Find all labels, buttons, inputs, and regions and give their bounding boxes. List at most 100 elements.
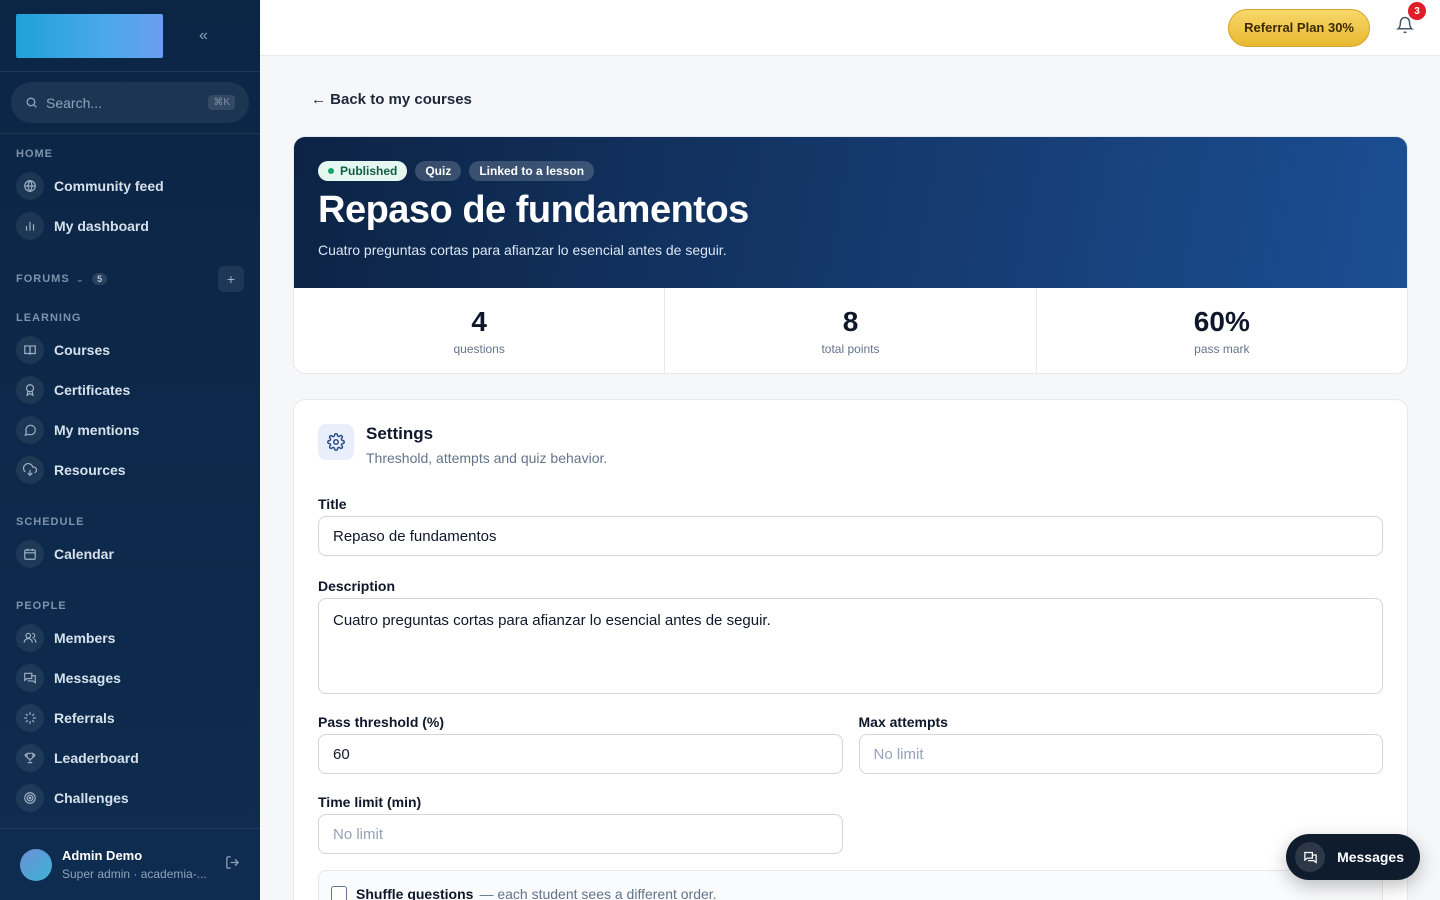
sidebar-item-label: Leaderboard bbox=[54, 750, 139, 766]
description-field-label: Description bbox=[318, 578, 396, 594]
sidebar-item-leaderboard[interactable]: Leaderboard bbox=[0, 738, 260, 778]
search-placeholder: Search... bbox=[46, 94, 103, 111]
status-badge-label: Published bbox=[340, 164, 398, 178]
settings-card: Settings Threshold, attempts and quiz be… bbox=[293, 399, 1408, 900]
time-limit-label: Time limit (min) bbox=[318, 794, 422, 810]
search-icon bbox=[26, 97, 37, 108]
brand-logo[interactable] bbox=[16, 13, 163, 58]
section-label-schedule: SCHEDULE bbox=[16, 516, 85, 528]
stat-questions: 4 questions bbox=[294, 288, 666, 373]
sidebar-item-label: Messages bbox=[54, 670, 121, 686]
search-container: Search... ⌘K bbox=[0, 72, 260, 134]
sidebar-item-label: Courses bbox=[54, 342, 111, 358]
referral-plan-button[interactable]: Referral Plan 30% bbox=[1228, 8, 1370, 47]
sidebar-header: « bbox=[0, 0, 260, 72]
sidebar-item-certificates[interactable]: Certificates bbox=[0, 370, 260, 410]
section-label-forums: FORUMS bbox=[16, 273, 70, 285]
globe-icon bbox=[16, 172, 44, 200]
messages-fab-label: Messages bbox=[1337, 849, 1404, 865]
page-title: Repaso de fundamentos bbox=[318, 189, 749, 231]
stat-value: 4 bbox=[471, 305, 487, 337]
notification-count-badge: 3 bbox=[1408, 2, 1426, 20]
sidebar-item-challenges[interactable]: Challenges bbox=[0, 778, 260, 818]
user-name: Admin Demo bbox=[62, 848, 143, 863]
linked-lesson-badge: Linked to a lesson bbox=[469, 161, 595, 181]
forums-count-badge: 5 bbox=[92, 273, 108, 285]
sidebar-item-members[interactable]: Members bbox=[0, 618, 260, 658]
gear-icon bbox=[318, 424, 354, 460]
settings-heading: Settings Threshold, attempts and quiz be… bbox=[366, 424, 607, 466]
settings-title: Settings bbox=[366, 424, 434, 443]
add-forum-button[interactable]: + bbox=[218, 266, 244, 292]
sidebar-item-my-dashboard[interactable]: My dashboard bbox=[0, 206, 260, 246]
description-field[interactable]: Cuatro preguntas cortas para afianzar lo… bbox=[318, 598, 1383, 694]
threshold-attempts-row: Pass threshold (%) 60 Max attempts No li… bbox=[318, 694, 1383, 774]
chat-icon bbox=[16, 416, 44, 444]
pass-threshold-label: Pass threshold (%) bbox=[318, 714, 445, 730]
shuffle-questions-hint: — each student sees a different order. bbox=[479, 886, 717, 900]
sidebar-item-label: My dashboard bbox=[54, 218, 149, 234]
chevron-down-icon: ⌄ bbox=[75, 273, 85, 285]
quiz-hero: Published Quiz Linked to a lesson Repaso… bbox=[294, 137, 1407, 288]
trophy-icon bbox=[16, 744, 44, 772]
messages-icon bbox=[16, 664, 44, 692]
sparkle-icon bbox=[16, 704, 44, 732]
main-content: ← Back to my courses Published Quiz Link… bbox=[260, 56, 1440, 900]
settings-header: Settings Threshold, attempts and quiz be… bbox=[318, 424, 1383, 466]
title-field[interactable]: Repaso de fundamentos bbox=[318, 516, 1383, 556]
pass-threshold-field[interactable]: 60 bbox=[318, 734, 843, 774]
status-dot-icon bbox=[328, 168, 334, 174]
forums-section-header[interactable]: FORUMS ⌄ 5 + bbox=[0, 264, 260, 294]
avatar[interactable] bbox=[20, 848, 52, 881]
shuffle-questions-option[interactable]: Shuffle questions — each student sees a … bbox=[318, 870, 1383, 900]
sidebar-item-referrals[interactable]: Referrals bbox=[0, 698, 260, 738]
notifications-button[interactable]: 3 bbox=[1395, 2, 1426, 39]
stat-label: pass mark bbox=[1194, 341, 1250, 356]
bell-icon bbox=[1395, 16, 1415, 34]
stat-label: questions bbox=[453, 341, 505, 356]
sidebar-item-courses[interactable]: Courses bbox=[0, 330, 260, 370]
user-profile[interactable]: Admin Demo Super admin · academia-... bbox=[0, 828, 260, 900]
quiz-tags: Published Quiz Linked to a lesson bbox=[318, 161, 1383, 181]
sidebar-item-label: Challenges bbox=[54, 790, 129, 806]
quiz-overview-card: Published Quiz Linked to a lesson Repaso… bbox=[293, 136, 1408, 374]
page-subtitle: Cuatro preguntas cortas para afianzar lo… bbox=[318, 242, 727, 258]
sidebar-item-label: Resources bbox=[54, 462, 126, 478]
section-label-home: HOME bbox=[16, 148, 53, 160]
sidebar-item-calendar[interactable]: Calendar bbox=[0, 534, 260, 574]
sidebar-item-label: Community feed bbox=[54, 178, 164, 194]
sidebar-item-label: My mentions bbox=[54, 422, 140, 438]
logout-icon[interactable] bbox=[225, 855, 240, 875]
status-badge: Published bbox=[318, 161, 408, 181]
quiz-stats: 4 questions 8 total points 60% pass mark bbox=[294, 288, 1407, 373]
sidebar-item-label: Referrals bbox=[54, 710, 115, 726]
stat-label: total points bbox=[821, 341, 880, 356]
time-limit-field[interactable]: No limit bbox=[318, 814, 843, 854]
messages-fab-button[interactable]: Messages bbox=[1286, 834, 1420, 880]
section-label-learning: LEARNING bbox=[16, 312, 82, 324]
sidebar-item-community-feed[interactable]: Community feed bbox=[0, 166, 260, 206]
collapse-sidebar-icon[interactable]: « bbox=[199, 27, 208, 45]
user-info: Admin Demo Super admin · academia-... bbox=[62, 848, 207, 881]
award-icon bbox=[16, 376, 44, 404]
bar-chart-icon bbox=[16, 212, 44, 240]
search-input[interactable]: Search... ⌘K bbox=[11, 82, 249, 123]
max-attempts-field[interactable]: No limit bbox=[858, 734, 1383, 774]
back-to-courses-link[interactable]: ← Back to my courses bbox=[311, 91, 472, 108]
settings-subtitle: Threshold, attempts and quiz behavior. bbox=[366, 450, 608, 466]
shuffle-questions-label: Shuffle questions bbox=[356, 886, 474, 900]
section-label-people: PEOPLE bbox=[16, 600, 67, 612]
sidebar-item-messages[interactable]: Messages bbox=[0, 658, 260, 698]
sidebar-item-resources[interactable]: Resources bbox=[0, 450, 260, 490]
target-icon bbox=[16, 784, 44, 812]
top-bar: Referral Plan 30% 3 bbox=[260, 0, 1440, 56]
messages-icon bbox=[1295, 842, 1326, 872]
max-attempts-label: Max attempts bbox=[858, 714, 948, 730]
stat-total-points: 8 total points bbox=[665, 288, 1037, 373]
shuffle-questions-checkbox[interactable] bbox=[331, 886, 347, 900]
sidebar-item-my-mentions[interactable]: My mentions bbox=[0, 410, 260, 450]
stat-value: 8 bbox=[842, 305, 859, 337]
title-field-label: Title bbox=[318, 496, 347, 512]
time-limit-row: Time limit (min) No limit bbox=[318, 774, 1383, 854]
sidebar-item-label: Certificates bbox=[54, 382, 131, 398]
